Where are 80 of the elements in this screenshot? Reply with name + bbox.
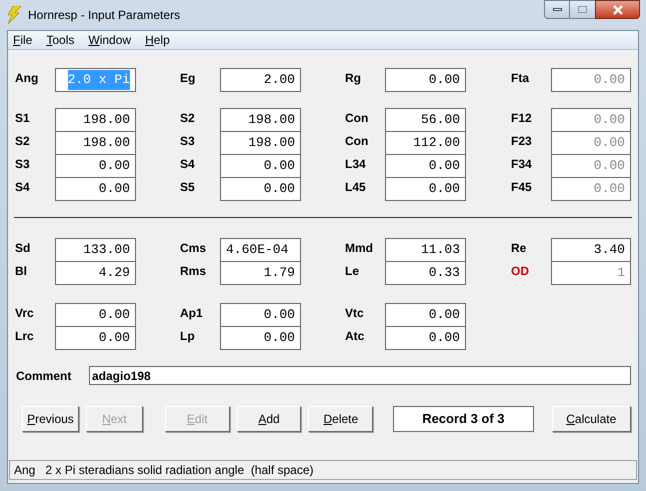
input-field[interactable]: 0.00 — [55, 303, 136, 327]
input-field[interactable]: 0.00 — [55, 154, 136, 178]
field-label: Vtc — [345, 305, 365, 322]
field-label: S4 — [15, 179, 31, 196]
input-field[interactable]: 1.79 — [220, 261, 301, 285]
record-indicator: Record 3 of 3 — [393, 406, 534, 432]
field-label: Ang — [15, 70, 40, 87]
field-label: Rms — [180, 263, 208, 280]
input-field[interactable]: 0.00 — [220, 154, 301, 178]
input-field[interactable]: 4.29 — [55, 261, 136, 285]
field-label: S2 — [15, 133, 31, 150]
field-label: Ap1 — [180, 305, 204, 322]
input-field[interactable]: 0.00 — [385, 303, 466, 327]
input-field[interactable]: 0.00 — [385, 154, 466, 178]
field-label: S1 — [15, 110, 31, 127]
field-label: Sd — [15, 240, 32, 257]
input-field[interactable]: 112.00 — [385, 131, 466, 155]
menu-item[interactable]: File — [13, 31, 32, 49]
input-field[interactable]: 0.00 — [385, 177, 466, 201]
field-label: Rg — [345, 70, 362, 87]
input-field[interactable]: 0.00 — [55, 177, 136, 201]
field-label: Lrc — [15, 328, 35, 345]
input-field[interactable]: 2.00 — [220, 68, 301, 92]
action-button[interactable]: Previous — [22, 406, 79, 432]
comment-field[interactable]: adagio198 — [89, 366, 631, 385]
input-field[interactable]: 0.00 — [55, 326, 136, 350]
action-button[interactable]: Add — [236, 406, 302, 432]
field-label: Le — [345, 263, 360, 280]
minimize-button[interactable] — [544, 0, 570, 19]
input-field[interactable]: 4.60E-04 — [220, 238, 301, 262]
input-field[interactable]: 198.00 — [220, 108, 301, 132]
menu-item[interactable]: Window — [88, 31, 132, 49]
field-label: Mmd — [345, 240, 374, 257]
field-label: S3 — [15, 156, 31, 173]
close-button[interactable] — [595, 0, 640, 19]
input-field[interactable]: 198.00 — [220, 131, 301, 155]
input-field[interactable]: 0.00 — [385, 68, 466, 92]
field-label: F45 — [511, 179, 533, 196]
field-label: Cms — [180, 240, 208, 257]
input-field[interactable]: 0.33 — [385, 261, 466, 285]
status-key: Ang — [14, 461, 36, 479]
field-label: S3 — [180, 133, 196, 150]
field-label: Re — [511, 240, 528, 257]
field-label: Eg — [180, 70, 196, 87]
field-label: Lp — [180, 328, 196, 345]
input-field[interactable]: 0.00 — [220, 303, 301, 327]
input-field[interactable]: 133.00 — [55, 238, 136, 262]
field-label: S5 — [180, 179, 196, 196]
status-text: 2 x Pi steradians solid radiation angle (half space) — [45, 462, 314, 479]
menu-item[interactable]: Tools — [46, 31, 74, 49]
field-label: Fta — [511, 70, 530, 87]
input-field[interactable]: 3.40 — [550, 238, 631, 262]
field-label: Vrc — [15, 305, 35, 322]
field-label: F34 — [511, 156, 533, 173]
input-field[interactable]: 0.00 — [220, 177, 301, 201]
lightning-icon — [6, 6, 22, 24]
action-button[interactable]: Calculate — [552, 406, 632, 432]
field-label: L45 — [345, 179, 367, 196]
input-field[interactable]: 198.00 — [55, 108, 136, 132]
field-label: F23 — [511, 133, 533, 150]
input-field[interactable]: 198.00 — [55, 131, 136, 155]
field-label: S4 — [180, 156, 196, 173]
field-label: L34 — [345, 156, 367, 173]
field-label: OD — [511, 263, 530, 280]
input-field[interactable]: 11.03 — [385, 238, 466, 262]
input-field[interactable]: 56.00 — [385, 108, 466, 132]
field-label: Con — [345, 110, 370, 127]
comment-label: Comment — [16, 368, 72, 384]
maximize-button[interactable] — [570, 0, 595, 19]
field-label: Bl — [15, 263, 28, 280]
action-button[interactable]: Delete — [308, 406, 374, 432]
field-label: F12 — [511, 110, 533, 127]
field-label: Con — [345, 133, 370, 150]
input-field[interactable]: 0.00 — [385, 326, 466, 350]
menu-item[interactable]: Help — [145, 31, 170, 49]
input-field[interactable]: 0.00 — [220, 326, 301, 350]
field-label: Atc — [345, 328, 366, 345]
window-title: Hornresp - Input Parameters — [28, 7, 180, 24]
close-icon — [612, 4, 624, 14]
field-label: S2 — [180, 110, 196, 127]
